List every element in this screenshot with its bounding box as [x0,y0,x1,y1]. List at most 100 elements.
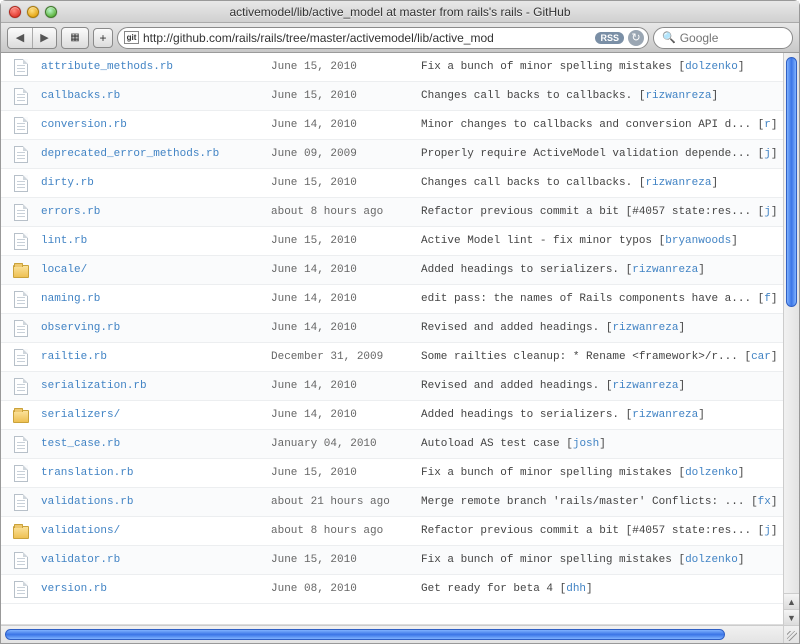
table-row: errors.rbabout 8 hours agoRefactor previ… [1,198,783,227]
rss-badge[interactable]: RSS [595,32,624,44]
file-date-cell: June 15, 2010 [271,61,421,73]
file-icon [1,175,41,192]
file-link[interactable]: test_case.rb [41,438,120,450]
commit-message-cell: Refactor previous commit a bit [#4057 st… [421,206,783,218]
commit-message-cell: Merge remote branch 'rails/master' Confl… [421,496,783,508]
vertical-scrollbar[interactable]: ▲ ▼ [783,53,799,625]
file-link[interactable]: serializers/ [41,409,120,421]
commit-message-text: Merge remote branch 'rails/master' Confl… [421,496,751,508]
file-link[interactable]: naming.rb [41,293,100,305]
commit-author-link[interactable]: j [764,525,771,537]
file-link[interactable]: locale/ [41,264,87,276]
commit-author-link[interactable]: rizwanreza [632,409,698,421]
commit-author-link[interactable]: j [764,206,771,218]
bracket-close: ] [698,409,705,421]
file-link[interactable]: dirty.rb [41,177,94,189]
file-list: attribute_methods.rbJune 15, 2010Fix a b… [1,53,783,604]
file-link[interactable]: version.rb [41,583,107,595]
commit-author-link[interactable]: dolzenko [685,467,738,479]
commit-author-link[interactable]: dhh [566,583,586,595]
commit-author-link[interactable]: f [764,293,771,305]
bracket-open: [ [566,438,573,450]
commit-message-cell: Fix a bunch of minor spelling mistakes [… [421,467,783,479]
table-row: version.rbJune 08, 2010Get ready for bet… [1,575,783,604]
horizontal-scroll-thumb[interactable] [5,629,725,640]
commit-author-link[interactable]: r [764,119,771,131]
resize-grip-icon[interactable] [783,625,799,643]
commit-message-cell: Properly require ActiveModel validation … [421,148,783,160]
file-name-cell: test_case.rb [41,438,271,450]
commit-author-link[interactable]: rizwanreza [632,264,698,276]
file-link[interactable]: observing.rb [41,322,120,334]
search-input[interactable] [680,31,800,45]
scroll-down-arrow-icon[interactable]: ▼ [784,609,799,625]
browser-toolbar: ◀ ▶ ▦ + git http://github.com/rails/rail… [1,23,799,53]
bracket-close: ] [771,148,778,160]
file-link[interactable]: validations/ [41,525,120,537]
commit-message-cell: Get ready for beta 4 [dhh] [421,583,783,595]
commit-message-cell: Refactor previous commit a bit [#4057 st… [421,525,783,537]
commit-author-link[interactable]: bryanwoods [665,235,731,247]
table-row: serializers/June 14, 2010Added headings … [1,401,783,430]
back-button[interactable]: ◀ [8,28,32,48]
commit-author-link[interactable]: rizwanreza [645,90,711,102]
bracket-close: ] [738,554,745,566]
file-link[interactable]: deprecated_error_methods.rb [41,148,219,160]
table-row: naming.rbJune 14, 2010edit pass: the nam… [1,285,783,314]
vertical-scroll-thumb[interactable] [786,57,797,307]
commit-author-link[interactable]: rizwanreza [612,380,678,392]
commit-message-cell: edit pass: the names of Rails components… [421,293,783,305]
commit-author-link[interactable]: josh [573,438,599,450]
file-link[interactable]: callbacks.rb [41,90,120,102]
commit-author-link[interactable]: fx [758,496,771,508]
commit-author-link[interactable]: j [764,148,771,160]
commit-author-link[interactable]: rizwanreza [612,322,678,334]
search-icon: 🔍 [662,31,676,44]
file-link[interactable]: errors.rb [41,206,100,218]
file-name-cell: validations/ [41,525,271,537]
file-link[interactable]: conversion.rb [41,119,127,131]
zoom-window-button[interactable] [45,6,57,18]
commit-message-text: Changes call backs to callbacks. [421,177,639,189]
commit-author-link[interactable]: rizwanreza [645,177,711,189]
bracket-close: ] [771,293,778,305]
bracket-close: ] [586,583,593,595]
horizontal-scrollbar[interactable] [1,625,783,643]
minimize-window-button[interactable] [27,6,39,18]
address-bar[interactable]: git http://github.com/rails/rails/tree/m… [117,27,649,49]
close-window-button[interactable] [9,6,21,18]
scroll-up-arrow-icon[interactable]: ▲ [784,593,799,609]
stop-reload-cap-icon[interactable]: ↻ [628,30,644,46]
bracket-close: ] [771,525,778,537]
commit-author-link[interactable]: car [751,351,771,363]
reload-button[interactable]: + [93,28,113,48]
table-row: railtie.rb December 31, 2009Some railties… [1,343,783,372]
file-name-cell: observing.rb [41,322,271,334]
file-link[interactable]: translation.rb [41,467,133,479]
file-link[interactable]: validator.rb [41,554,120,566]
bracket-close: ] [711,90,718,102]
commit-message-cell: Added headings to serializers. [rizwanre… [421,409,783,421]
file-link[interactable]: attribute_methods.rb [41,61,173,73]
file-date-cell: December 31, 2009 [271,351,421,363]
file-icon [1,59,41,76]
file-link[interactable]: serialization.rb [41,380,147,392]
commit-author-link[interactable]: dolzenko [685,554,738,566]
file-link[interactable]: validations.rb [41,496,133,508]
commit-message-cell: Some railties cleanup: * Rename <framewo… [421,351,783,363]
file-date-cell: about 8 hours ago [271,525,421,537]
commit-message-text: Fix a bunch of minor spelling mistakes [421,61,678,73]
file-name-cell: serializers/ [41,409,271,421]
table-row: callbacks.rbJune 15, 2010Changes call ba… [1,82,783,111]
file-date-cell: June 15, 2010 [271,554,421,566]
commit-message-text: Added headings to serializers. [421,264,626,276]
site-favicon: git [124,31,139,44]
file-link[interactable]: lint.rb [41,235,87,247]
file-name-cell: callbacks.rb [41,90,271,102]
commit-author-link[interactable]: dolzenko [685,61,738,73]
file-name-cell: lint.rb [41,235,271,247]
file-link[interactable]: railtie.rb [41,351,107,363]
reader-button[interactable]: ▦ [62,28,88,48]
search-box[interactable]: 🔍 [653,27,793,49]
forward-button[interactable]: ▶ [32,28,56,48]
